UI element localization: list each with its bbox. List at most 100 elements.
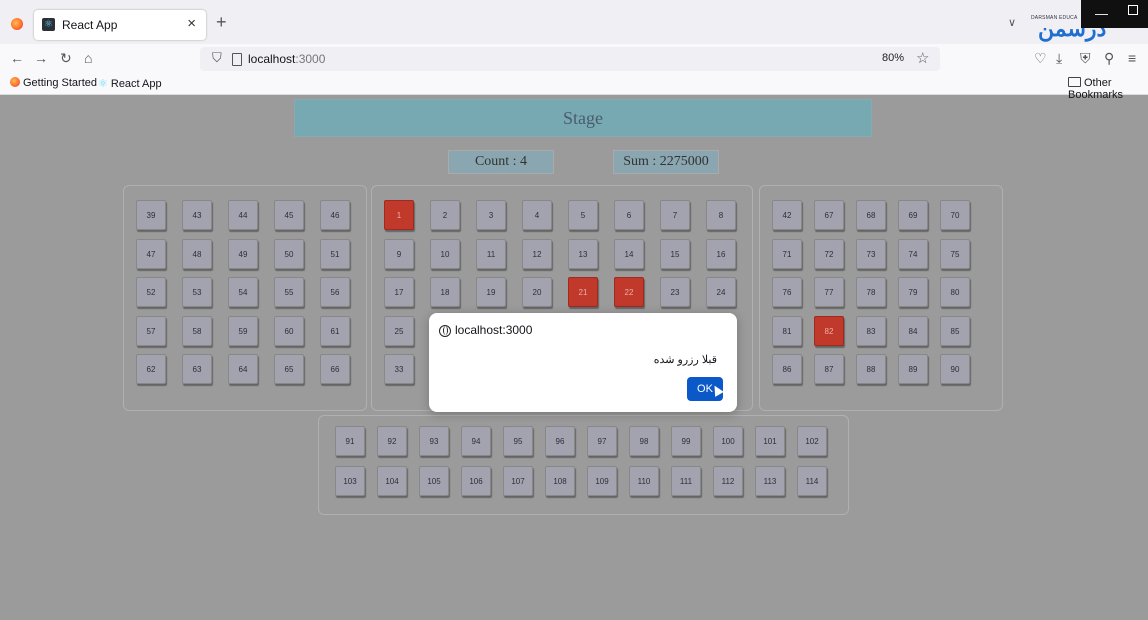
seat-53[interactable]: 53 xyxy=(182,277,212,307)
seat-11[interactable]: 11 xyxy=(476,238,506,269)
seat-85[interactable]: 85 xyxy=(940,315,970,346)
seat-6[interactable]: 6 xyxy=(614,200,644,230)
seat-10[interactable]: 10 xyxy=(430,238,460,269)
pocket-icon[interactable]: ♡ xyxy=(1034,50,1047,66)
seat-89[interactable]: 89 xyxy=(898,354,928,384)
seat-50[interactable]: 50 xyxy=(274,238,304,269)
firefox-logo-icon[interactable] xyxy=(11,18,23,30)
bookmark-react-app[interactable]: ⚛ React App xyxy=(98,77,162,90)
seat-61[interactable]: 61 xyxy=(320,315,350,346)
seat-42[interactable]: 42 xyxy=(772,200,802,230)
browser-tab[interactable]: ⚛ React App × xyxy=(34,10,206,40)
seat-111[interactable]: 111 xyxy=(671,466,701,496)
seat-80[interactable]: 80 xyxy=(940,277,970,307)
seat-21[interactable]: 21 xyxy=(568,277,598,307)
restore-icon[interactable] xyxy=(1128,5,1138,15)
seat-100[interactable]: 100 xyxy=(713,426,743,456)
seat-9[interactable]: 9 xyxy=(384,238,414,269)
seat-93[interactable]: 93 xyxy=(419,426,449,456)
seat-23[interactable]: 23 xyxy=(660,277,690,307)
privacy-icon[interactable]: ⛨ xyxy=(1080,50,1091,66)
list-tabs-icon[interactable]: ∨ xyxy=(1008,16,1016,29)
seat-51[interactable]: 51 xyxy=(320,238,350,269)
seat-12[interactable]: 12 xyxy=(522,238,552,269)
seat-24[interactable]: 24 xyxy=(706,277,736,307)
seat-75[interactable]: 75 xyxy=(940,238,970,269)
seat-48[interactable]: 48 xyxy=(182,238,212,269)
seat-88[interactable]: 88 xyxy=(856,354,886,384)
seat-87[interactable]: 87 xyxy=(814,354,844,384)
extensions-icon[interactable]: ⚲ xyxy=(1104,50,1114,66)
seat-97[interactable]: 97 xyxy=(587,426,617,456)
seat-20[interactable]: 20 xyxy=(522,277,552,307)
home-icon[interactable]: ⌂ xyxy=(84,50,92,66)
seat-2[interactable]: 2 xyxy=(430,200,460,230)
seat-54[interactable]: 54 xyxy=(228,277,258,307)
seat-105[interactable]: 105 xyxy=(419,466,449,496)
seat-59[interactable]: 59 xyxy=(228,315,258,346)
seat-101[interactable]: 101 xyxy=(755,426,785,456)
minimize-icon[interactable]: — xyxy=(1095,6,1108,21)
seat-76[interactable]: 76 xyxy=(772,277,802,307)
seat-15[interactable]: 15 xyxy=(660,238,690,269)
seat-84[interactable]: 84 xyxy=(898,315,928,346)
zoom-level[interactable]: 80% xyxy=(882,52,904,64)
seat-47[interactable]: 47 xyxy=(136,238,166,269)
seat-77[interactable]: 77 xyxy=(814,277,844,307)
seat-81[interactable]: 81 xyxy=(772,315,802,346)
back-icon[interactable]: ← xyxy=(10,50,24,66)
seat-14[interactable]: 14 xyxy=(614,238,644,269)
seat-63[interactable]: 63 xyxy=(182,354,212,384)
seat-70[interactable]: 70 xyxy=(940,200,970,230)
seat-108[interactable]: 108 xyxy=(545,466,575,496)
reload-icon[interactable]: ↻ xyxy=(60,50,72,66)
seat-8[interactable]: 8 xyxy=(706,200,736,230)
new-tab-button[interactable]: + xyxy=(216,13,227,31)
seat-90[interactable]: 90 xyxy=(940,354,970,384)
seat-96[interactable]: 96 xyxy=(545,426,575,456)
seat-1[interactable]: 1 xyxy=(384,200,414,230)
seat-46[interactable]: 46 xyxy=(320,200,350,230)
seat-39[interactable]: 39 xyxy=(136,200,166,230)
seat-52[interactable]: 52 xyxy=(136,277,166,307)
seat-71[interactable]: 71 xyxy=(772,238,802,269)
seat-4[interactable]: 4 xyxy=(522,200,552,230)
seat-58[interactable]: 58 xyxy=(182,315,212,346)
url-bar[interactable]: ⛉ localhost:3000 80% ☆ xyxy=(200,47,940,71)
seat-13[interactable]: 13 xyxy=(568,238,598,269)
menu-icon[interactable]: ≡ xyxy=(1128,50,1136,66)
seat-19[interactable]: 19 xyxy=(476,277,506,307)
seat-44[interactable]: 44 xyxy=(228,200,258,230)
seat-43[interactable]: 43 xyxy=(182,200,212,230)
seat-45[interactable]: 45 xyxy=(274,200,304,230)
seat-104[interactable]: 104 xyxy=(377,466,407,496)
bookmark-star-icon[interactable]: ☆ xyxy=(916,49,929,67)
forward-icon[interactable]: → xyxy=(34,50,48,66)
seat-55[interactable]: 55 xyxy=(274,277,304,307)
seat-114[interactable]: 114 xyxy=(797,466,827,496)
seat-103[interactable]: 103 xyxy=(335,466,365,496)
seat-69[interactable]: 69 xyxy=(898,200,928,230)
seat-64[interactable]: 64 xyxy=(228,354,258,384)
seat-57[interactable]: 57 xyxy=(136,315,166,346)
seat-79[interactable]: 79 xyxy=(898,277,928,307)
seat-16[interactable]: 16 xyxy=(706,238,736,269)
close-tab-icon[interactable]: × xyxy=(187,15,196,32)
seat-92[interactable]: 92 xyxy=(377,426,407,456)
seat-18[interactable]: 18 xyxy=(430,277,460,307)
seat-17[interactable]: 17 xyxy=(384,277,414,307)
seat-62[interactable]: 62 xyxy=(136,354,166,384)
bookmark-getting-started[interactable]: Getting Started xyxy=(10,77,97,89)
seat-94[interactable]: 94 xyxy=(461,426,491,456)
seat-60[interactable]: 60 xyxy=(274,315,304,346)
seat-83[interactable]: 83 xyxy=(856,315,886,346)
seat-7[interactable]: 7 xyxy=(660,200,690,230)
shield-icon[interactable]: ⛉ xyxy=(212,50,222,66)
seat-72[interactable]: 72 xyxy=(814,238,844,269)
seat-99[interactable]: 99 xyxy=(671,426,701,456)
seat-5[interactable]: 5 xyxy=(568,200,598,230)
seat-112[interactable]: 112 xyxy=(713,466,743,496)
seat-68[interactable]: 68 xyxy=(856,200,886,230)
seat-95[interactable]: 95 xyxy=(503,426,533,456)
seat-110[interactable]: 110 xyxy=(629,466,659,496)
